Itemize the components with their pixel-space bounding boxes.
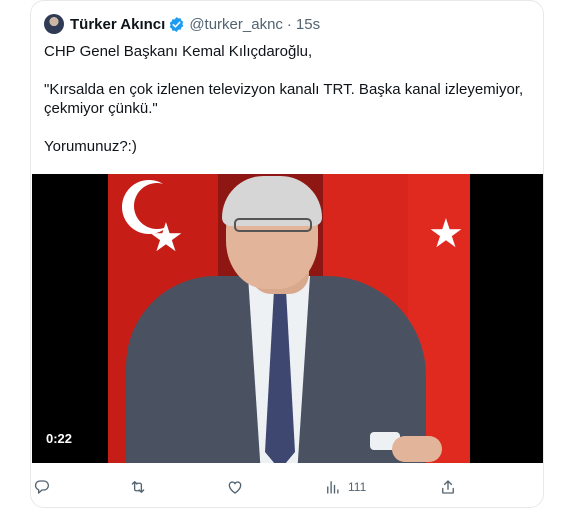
tweet-text-line: "Kırsalda en çok izlenen televizyon kana…: [44, 81, 524, 98]
author-name[interactable]: Türker Akıncı: [70, 16, 165, 33]
video-player[interactable]: ★ ★ 0:22: [32, 174, 543, 463]
views-icon: [327, 481, 339, 494]
share-button[interactable]: [439, 475, 457, 499]
tweet-time[interactable]: 15s: [296, 16, 320, 33]
star-shape: ★: [148, 216, 184, 260]
author-handle[interactable]: @turker_aknc: [189, 16, 283, 33]
reply-button[interactable]: [33, 475, 51, 499]
retweet-icon: [131, 481, 145, 493]
like-button[interactable]: [226, 475, 244, 499]
person-glasses: [234, 218, 312, 232]
views-count: 111: [348, 480, 367, 494]
tweet-header: Türker Akıncı @turker_aknc · 15s: [44, 13, 320, 35]
tweet-actions: 111: [31, 475, 543, 499]
tweet-text-line: Yorumunuz?:): [44, 138, 137, 155]
video-frame: ★ ★: [108, 174, 470, 463]
video-duration: 0:22: [46, 431, 73, 446]
heart-icon: [228, 481, 242, 494]
star-shape: ★: [428, 212, 464, 256]
retweet-button[interactable]: [129, 475, 147, 499]
views-button[interactable]: 111: [324, 475, 366, 499]
person-hand: [392, 436, 442, 462]
separator-dot: ·: [286, 15, 292, 33]
avatar[interactable]: [44, 14, 64, 34]
tweet-card[interactable]: Türker Akıncı @turker_aknc · 15s CHP Gen…: [30, 0, 544, 508]
verified-badge-icon: [168, 16, 185, 33]
tweet-text: CHP Genel Başkanı Kemal Kılıçdaroğlu, "K…: [44, 42, 534, 156]
tweet-text-line: CHP Genel Başkanı Kemal Kılıçdaroğlu,: [44, 43, 313, 60]
share-icon: [442, 480, 454, 494]
reply-icon: [34, 480, 50, 494]
tweet-text-line: çekmiyor çünkü.": [44, 100, 158, 117]
